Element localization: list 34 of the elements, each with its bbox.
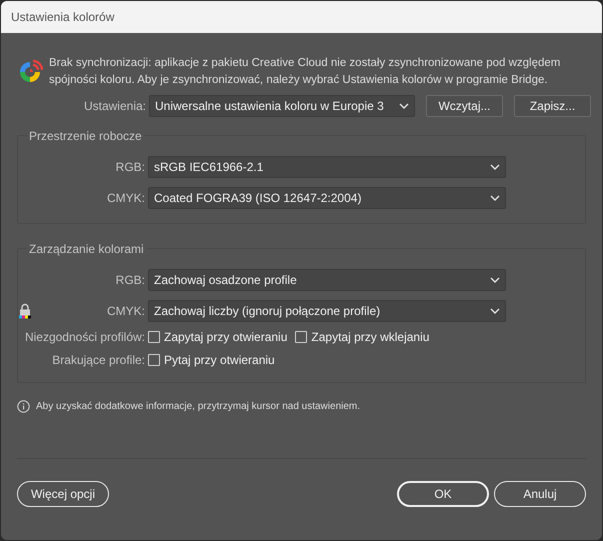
window-title: Ustawienia kolorów [11, 9, 114, 26]
checkbox-option[interactable]: Zapytaj przy otwieraniu [148, 328, 288, 346]
chevron-down-icon [490, 277, 500, 283]
field-label: Brakujące profile: [51, 352, 146, 369]
cancel-button[interactable]: Anuluj [494, 481, 586, 507]
dropdown[interactable]: sRGB IEC61966-2.1 [148, 156, 506, 178]
checkbox-option[interactable]: Zapytaj przy wklejaniu [295, 328, 430, 346]
field-label: RGB: [114, 159, 146, 176]
checkbox[interactable] [148, 331, 160, 343]
field-label: Niezgodności profilów: [24, 329, 146, 346]
checkbox[interactable] [148, 354, 160, 366]
info-icon [17, 400, 30, 413]
lock-icon [18, 303, 32, 319]
sync-message: Brak synchronizacji: aplikacje z pakietu Creative Cloud nie zostały zsynchronizowane pod względem spójności koloru. Aby je zsynchronizować, należy wybrać Ustawienia kolorów w programie Bridge. [49, 56, 562, 88]
ok-button[interactable]: OK [397, 481, 489, 507]
color-wheel-icon [17, 59, 43, 85]
more-options-button[interactable]: Więcej opcji [17, 481, 109, 507]
field-label: Ustawienia: [82, 98, 147, 115]
chevron-down-icon [399, 103, 409, 109]
field-label: RGB: [114, 272, 146, 289]
chevron-down-icon [490, 164, 500, 170]
chevron-down-icon [490, 308, 500, 314]
info-text: Aby uzyskać dodatkowe informacje, przytrzymaj kursor nad ustawieniem. [36, 400, 360, 414]
settings-button[interactable]: Zapisz... [514, 95, 591, 117]
dropdown[interactable]: Zachowaj osadzone profile [148, 269, 506, 291]
checkbox-option[interactable]: Pytaj przy otwieraniu [148, 351, 275, 369]
field-label: CMYK: [106, 303, 146, 320]
checkbox[interactable] [295, 331, 308, 343]
dropdown[interactable]: Coated FOGRA39 (ISO 12647-2:2004) [148, 187, 506, 209]
chevron-down-icon [490, 195, 500, 201]
dropdown[interactable]: Uniwersalne ustawienia koloru w Europie 3 [149, 95, 415, 117]
settings-button[interactable]: Wczytaj... [426, 95, 503, 117]
field-label: CMYK: [106, 190, 146, 207]
dropdown[interactable]: Zachowaj liczby (ignoruj połączone profile) [148, 300, 506, 322]
